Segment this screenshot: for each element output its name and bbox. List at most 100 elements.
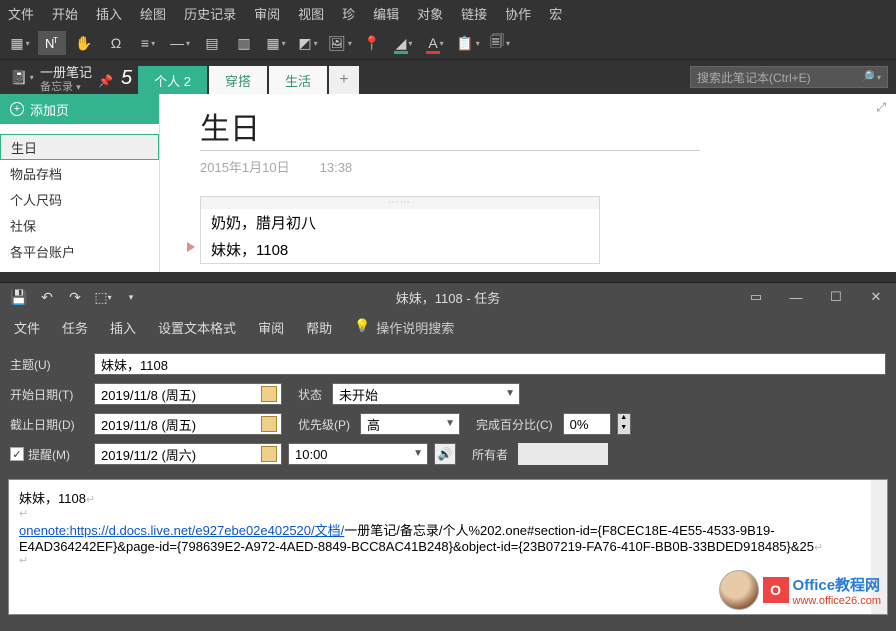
page-sidebar: +添加页 生日 物品存档 个人尺码 社保 各平台账户 [0,94,160,272]
add-page-button[interactable]: +添加页 [0,94,159,124]
crop-tool[interactable]: ◩▾ [294,31,322,55]
font-color-tool[interactable]: A▾ [422,31,450,55]
avatar [719,570,759,610]
expand-icon[interactable]: ⤢ [876,100,886,115]
due-date-label: 截止日期(D) [10,416,88,433]
note-line[interactable]: 妹妹，1108 [201,236,599,263]
calendar-icon[interactable] [261,386,277,402]
subject-input[interactable]: 妹妹，1108 [94,353,886,375]
flag-icon [187,242,195,252]
percent-spinner[interactable]: ▲▼ [617,413,631,435]
calendar-icon[interactable] [261,416,277,432]
ol-menu-file[interactable]: 文件 [14,318,40,337]
menu-object[interactable]: 对象 [417,4,443,23]
search-input[interactable]: 搜索此笔记本(Ctrl+E)🔎▾ [690,66,888,88]
qat-dropdown[interactable]: ▾ [118,286,144,308]
priority-label: 优先级(P) [298,416,350,433]
reminder-date-input[interactable]: 2019/11/2 (周六) [94,443,282,465]
onenote-menubar: 文件 开始 插入 绘图 历史记录 审阅 视图 珍 编辑 对象 链接 协作 宏 [0,0,896,27]
priority-select[interactable]: 高▼ [360,413,460,435]
page-item-inventory[interactable]: 物品存档 [0,160,159,186]
page-item-birthday[interactable]: 生日 [0,134,159,160]
status-label: 状态 [298,386,322,403]
page-content[interactable]: ⤢ 生日 2015年1月10日13:38 ⋯⋯ 奶奶，腊月初八 妹妹，1108 [160,94,896,272]
grid1-tool[interactable]: ▤ [198,31,226,55]
status-select[interactable]: 未开始▼ [332,383,520,405]
grid3-tool[interactable]: ▦▾ [262,31,290,55]
image-tool[interactable]: 🖼▾ [326,31,354,55]
menu-gem[interactable]: 珍 [342,4,355,23]
grid2-tool[interactable]: ▥ [230,31,258,55]
export-tool[interactable]: 🗐▾ [486,31,514,55]
page-item-social[interactable]: 社保 [0,212,159,238]
redo-button[interactable]: ↷ [62,286,88,308]
menu-macro[interactable]: 宏 [549,4,562,23]
ol-menu-insert[interactable]: 插入 [110,318,136,337]
plus-icon: + [10,102,24,116]
menu-review[interactable]: 审阅 [254,4,280,23]
menu-collab[interactable]: 协作 [505,4,531,23]
reminder-checkbox[interactable]: ✓ [10,447,24,461]
reminder-time-select[interactable]: 10:00▼ [288,443,428,465]
start-date-input[interactable]: 2019/11/8 (周五) [94,383,282,405]
task-body[interactable]: 妹妹，1108↵ ↵ onenote:https://d.docs.live.n… [8,479,888,615]
menu-history[interactable]: 历史记录 [184,4,236,23]
tab-personal[interactable]: 个人 2 [138,66,207,94]
hr-tool[interactable]: —▾ [166,31,194,55]
onenote-toolbar: ▦▾ NT ✋ Ω ≡▾ —▾ ▤ ▥ ▦▾ ◩▾ 🖼▾ 📍 ◢▾ A▾ 📋▾ … [0,27,896,60]
menu-file[interactable]: 文件 [8,4,34,23]
close-button[interactable]: ✕ [856,283,896,311]
owner-label: 所有者 [472,446,508,463]
menu-edit[interactable]: 编辑 [373,4,399,23]
table-tool[interactable]: ▦▾ [6,31,34,55]
search-icon[interactable]: 🔎 [860,70,875,84]
maximize-button[interactable]: ☐ [816,283,856,311]
symbol-tool[interactable]: Ω [102,31,130,55]
pin-icon[interactable]: 📌 [98,74,113,88]
ol-menu-format[interactable]: 设置文本格式 [158,318,236,337]
save-button[interactable]: 💾 [6,286,32,308]
paste-tool[interactable]: 📋▾ [454,31,482,55]
minimize-button[interactable]: — [776,283,816,311]
notebook-label[interactable]: 一册笔记 备忘录 ▾ [40,66,92,94]
menu-home[interactable]: 开始 [52,4,78,23]
tab-add[interactable]: + [329,66,359,94]
notebook-icon[interactable]: 📓▾ [8,65,36,89]
ribbon-collapse-button[interactable]: ▭ [736,283,776,311]
note-line[interactable]: 奶奶，腊月初八 [201,209,599,236]
page-title[interactable]: 生日 [200,104,700,151]
note-container[interactable]: ⋯⋯ 奶奶，腊月初八 妹妹，1108 [200,196,600,264]
reminder-label: ✓提醒(M) [10,446,88,463]
calendar-icon[interactable] [261,446,277,462]
pin-tool[interactable]: 📍 [358,31,386,55]
page-meta: 2015年1月10日13:38 [200,157,886,176]
note-handle[interactable]: ⋯⋯ [201,197,599,209]
sound-button[interactable]: 🔊 [434,443,456,465]
hand-tool[interactable]: ✋ [70,31,98,55]
start-date-label: 开始日期(T) [10,386,88,403]
ol-menu-task[interactable]: 任务 [62,318,88,337]
bulb-icon: 💡 [354,318,370,337]
menu-link[interactable]: 链接 [461,4,487,23]
list-tool[interactable]: ≡▾ [134,31,162,55]
tell-me[interactable]: 💡操作说明搜索 [354,318,454,337]
menu-draw[interactable]: 绘图 [140,4,166,23]
tab-outfit[interactable]: 穿搭 [209,66,267,94]
menu-view[interactable]: 视图 [298,4,324,23]
page-item-accounts[interactable]: 各平台账户 [0,238,159,264]
subject-label: 主题(U) [10,356,88,373]
undo-button[interactable]: ↶ [34,286,60,308]
tab-life[interactable]: 生活 [269,66,327,94]
text-select-tool[interactable]: NT [38,31,66,55]
notebook-bar: 📓▾ 一册笔记 备忘录 ▾ 📌 5 个人 2 穿搭 生活 + 搜索此笔记本(Ct… [0,60,896,94]
percent-input[interactable]: 0% [563,413,611,435]
ol-menu-review[interactable]: 审阅 [258,318,284,337]
page-item-size[interactable]: 个人尺码 [0,186,159,212]
due-date-input[interactable]: 2019/11/8 (周五) [94,413,282,435]
menu-insert[interactable]: 插入 [96,4,122,23]
fill-tool[interactable]: ◢▾ [390,31,418,55]
qat-more[interactable]: ⬚ ▾ [90,286,116,308]
ol-menu-help[interactable]: 帮助 [306,318,332,337]
svg-text:T: T [53,36,58,45]
onenote-link[interactable]: onenote:https://d.docs.live.net/e927ebe0… [19,523,344,538]
